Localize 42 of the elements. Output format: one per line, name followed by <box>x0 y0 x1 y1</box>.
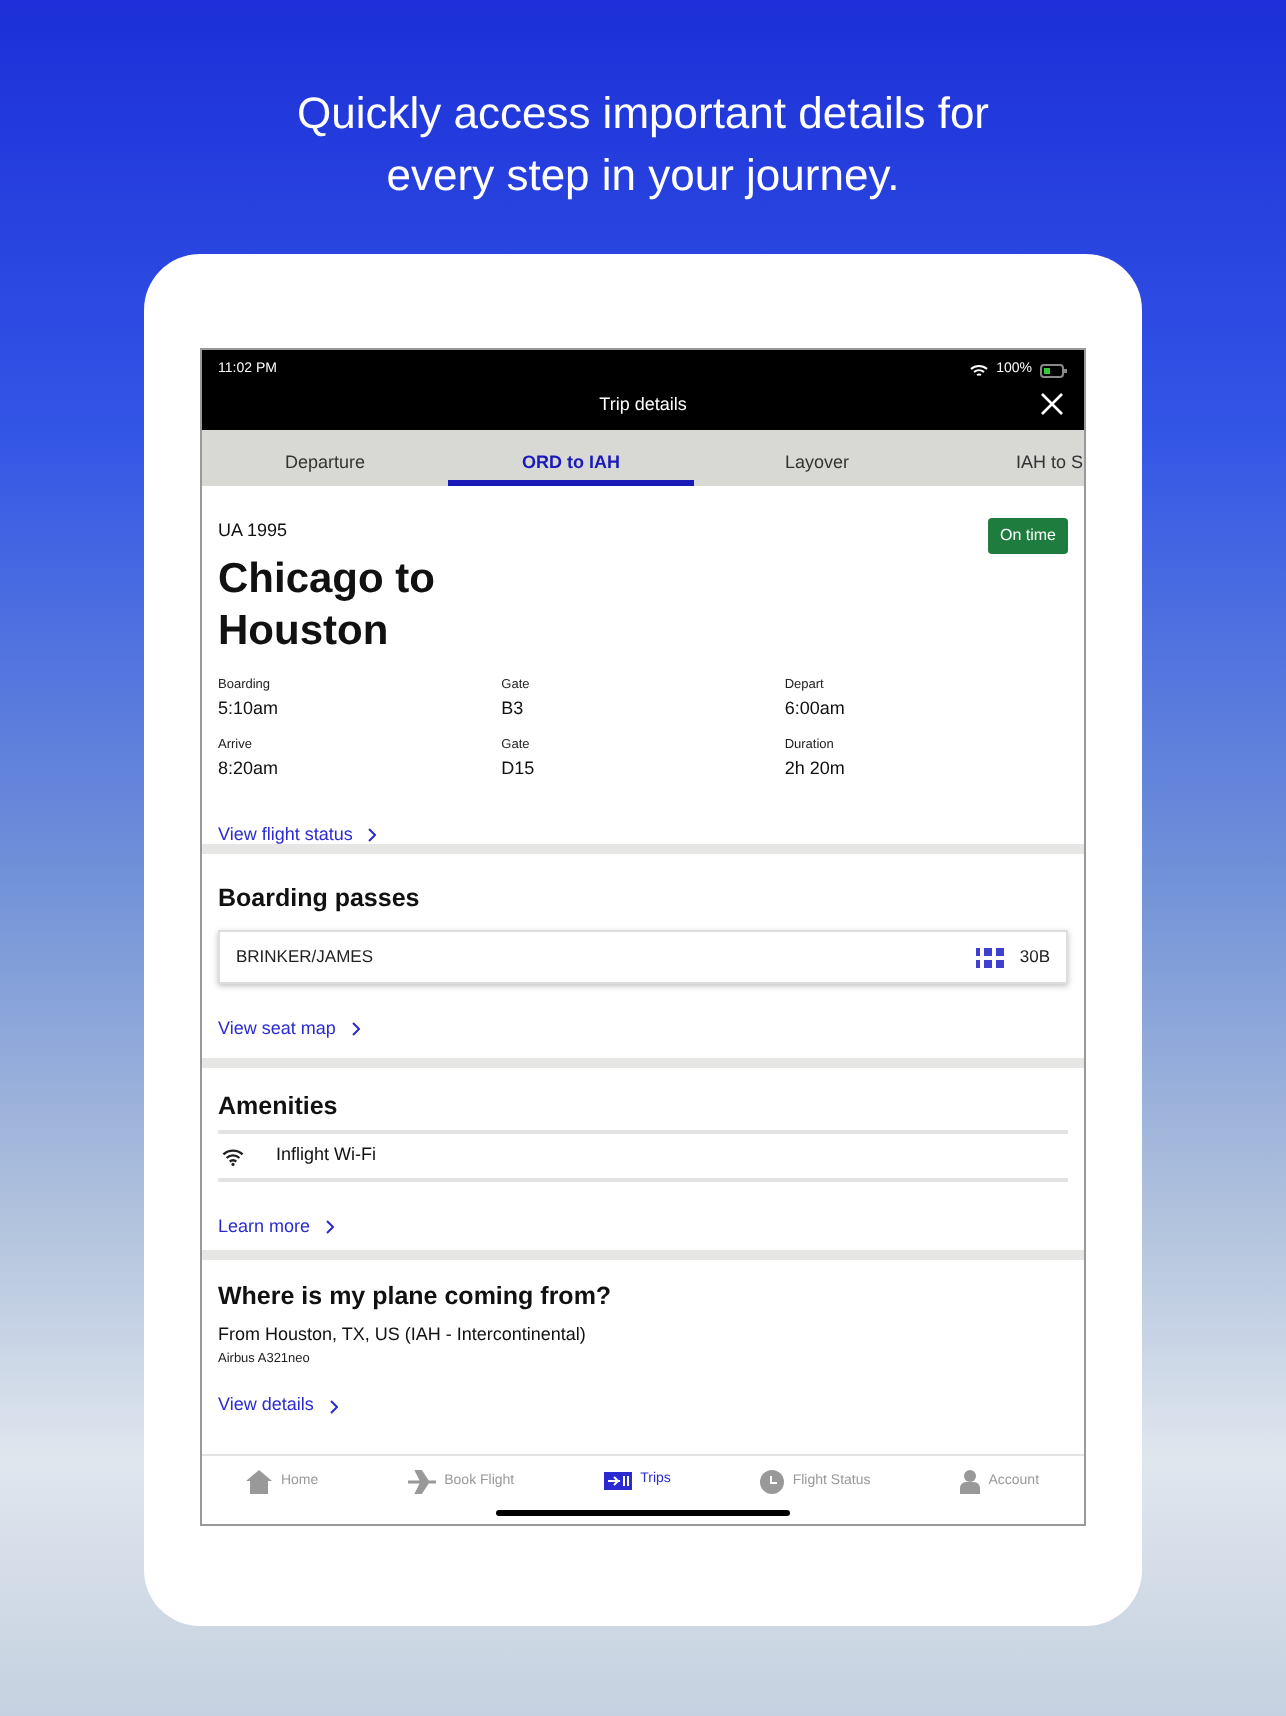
wifi-icon <box>970 363 989 377</box>
origin-text: From Houston, TX, US (IAH - Intercontinental) <box>218 1322 588 1348</box>
battery-icon <box>1040 363 1068 377</box>
flight-number: UA 1995 <box>218 518 288 544</box>
section-title: Where is my plane coming from? <box>218 1282 614 1312</box>
qr-code-icon <box>975 943 1004 971</box>
detail-value: 8:20am <box>218 756 281 782</box>
chevron-right-icon <box>329 1399 338 1413</box>
chevron-right-icon <box>326 1220 335 1235</box>
passenger-name: BRINKER/JAMES <box>236 944 373 970</box>
close-icon <box>1040 392 1064 416</box>
detail-value: D15 <box>501 756 537 782</box>
wifi-icon <box>222 1147 244 1165</box>
status-badge: On time <box>987 518 1068 554</box>
trip-tab[interactable]: Departure <box>202 430 448 486</box>
seat-number: 30B <box>1019 944 1050 970</box>
route-title: Chicago to Houston <box>218 554 437 658</box>
detail-value: 6:00am <box>784 695 847 722</box>
chevron-right-icon <box>351 1022 360 1037</box>
section-title: Boarding passes <box>218 884 422 914</box>
link[interactable]: View seat map <box>218 1016 360 1043</box>
link[interactable]: Learn more <box>218 1214 335 1241</box>
trip-tab[interactable]: Layover <box>694 430 940 486</box>
amenity-label: Inflight Wi-Fi <box>276 1142 377 1169</box>
chevron-right-icon <box>368 827 377 842</box>
clock-icon <box>760 1470 785 1494</box>
house-icon <box>246 1470 273 1494</box>
ticket-icon <box>604 1471 633 1490</box>
headline: Quickly access important details for every step in your journey. <box>294 86 992 204</box>
boarding-pass-card[interactable]: BRINKER/JAMES 30B <box>218 930 1068 984</box>
detail-value: 2h 20m <box>784 756 847 782</box>
airplane-icon <box>408 1470 437 1494</box>
link[interactable]: View details <box>218 1392 338 1420</box>
trip-tab[interactable]: ORD to IAH <box>448 430 694 486</box>
screen-title: Trip details <box>599 392 687 419</box>
section-title: Amenities <box>218 1092 340 1122</box>
person-icon <box>960 1470 981 1494</box>
close-button[interactable] <box>1040 392 1064 416</box>
trip-tab[interactable]: IAH to S <box>940 430 1084 486</box>
detail-value: 5:10am <box>218 695 281 722</box>
link[interactable]: View flight status <box>218 821 377 848</box>
detail-value: B3 <box>501 695 526 722</box>
